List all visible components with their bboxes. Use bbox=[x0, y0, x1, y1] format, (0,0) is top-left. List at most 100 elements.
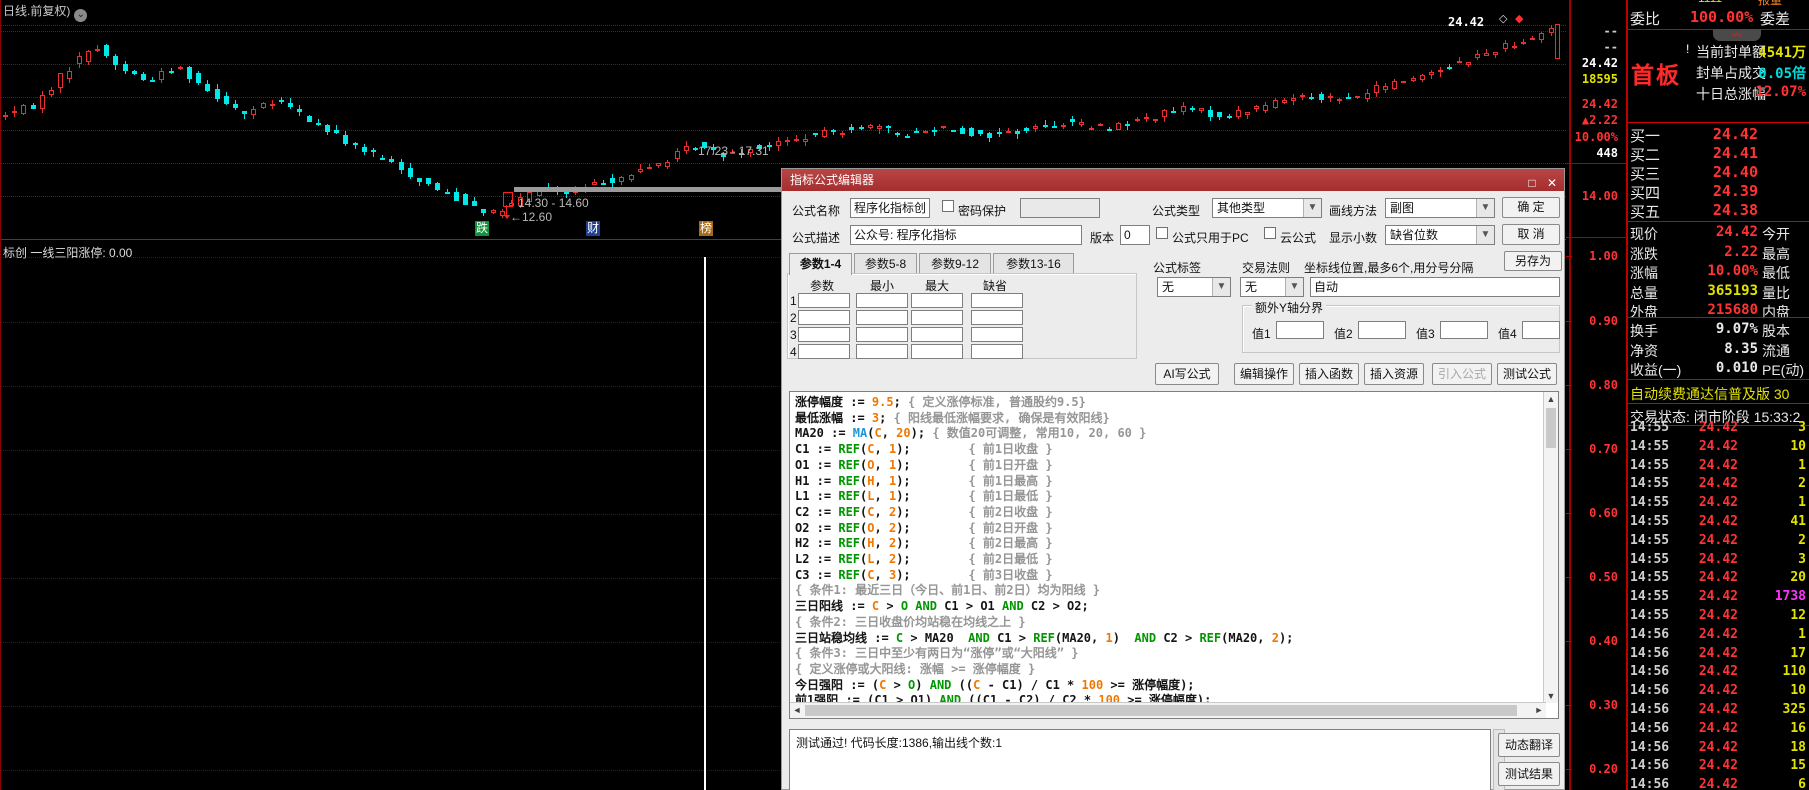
candle-up bbox=[95, 48, 100, 51]
pc-only-checkbox[interactable] bbox=[1156, 227, 1168, 239]
param-input[interactable] bbox=[911, 293, 963, 308]
event-badge[interactable]: 跌 bbox=[475, 221, 489, 236]
scroll-right-icon[interactable]: ► bbox=[1532, 703, 1546, 717]
chevron-down-icon[interactable]: ▼ bbox=[1476, 199, 1494, 217]
param-input[interactable] bbox=[911, 327, 963, 342]
import-formula-button[interactable]: 引入公式 bbox=[1432, 363, 1492, 385]
cancel-button[interactable]: 取 消 bbox=[1502, 224, 1560, 245]
code-token: H bbox=[867, 473, 875, 488]
chevron-down-icon[interactable]: ▼ bbox=[1303, 199, 1321, 217]
tick-price: 24.42 bbox=[1698, 551, 1738, 567]
param-input[interactable] bbox=[911, 310, 963, 325]
formula-tag-select[interactable]: 无 ▼ bbox=[1157, 277, 1231, 297]
insert-resource-button[interactable]: 插入资源 bbox=[1364, 363, 1424, 385]
trade-rule-select[interactable]: 无 ▼ bbox=[1240, 277, 1304, 297]
candle-down bbox=[122, 64, 128, 71]
candle-down bbox=[417, 177, 422, 183]
save-as-button[interactable]: 另存为 bbox=[1504, 251, 1562, 271]
tab-参数5-8[interactable]: 参数5-8 bbox=[854, 253, 917, 273]
param-input[interactable] bbox=[971, 327, 1023, 342]
candle-up bbox=[1383, 86, 1388, 91]
dynamic-translate-button[interactable]: 动态翻译 bbox=[1498, 733, 1560, 757]
extra-y-field-input[interactable] bbox=[1276, 321, 1324, 339]
param-input[interactable] bbox=[798, 344, 850, 359]
dialog-titlebar[interactable]: 指标公式编辑器 □ ✕ bbox=[782, 169, 1564, 191]
code-token: REF bbox=[838, 457, 861, 472]
filled-diamond-icon[interactable]: ◆ bbox=[1515, 12, 1523, 25]
candle-down bbox=[959, 128, 965, 135]
candle-down bbox=[812, 133, 818, 136]
tab-参数9-12[interactable]: 参数9-12 bbox=[919, 253, 991, 273]
param-input[interactable] bbox=[971, 310, 1023, 325]
draw-method-select[interactable]: 副图 ▼ bbox=[1385, 198, 1495, 218]
formula-desc-input[interactable]: 公众号: 程序化指标 bbox=[850, 225, 1082, 245]
tick-volume: 3 bbox=[1798, 420, 1806, 435]
scroll-up-icon[interactable]: ▲ bbox=[1544, 392, 1558, 406]
formula-type-value: 其他类型 bbox=[1217, 201, 1266, 215]
param-input[interactable] bbox=[856, 293, 908, 308]
candle-up bbox=[39, 95, 45, 109]
cloud-formula-checkbox[interactable] bbox=[1264, 227, 1276, 239]
candle-up bbox=[1079, 121, 1085, 125]
password-input[interactable] bbox=[1020, 198, 1100, 218]
maximize-icon[interactable]: □ bbox=[1524, 172, 1540, 194]
formula-code-editor[interactable]: 涨停幅度 := 9.5; { 定义涨停标准, 普通股约9.5} 最低涨幅 := 3… bbox=[789, 391, 1559, 719]
chevron-down-icon[interactable]: ⌄ bbox=[74, 9, 88, 22]
param-input[interactable] bbox=[798, 310, 850, 325]
close-icon[interactable]: ✕ bbox=[1544, 172, 1560, 194]
password-protect-checkbox[interactable] bbox=[942, 200, 954, 212]
renewal-notice[interactable]: 自动续费通达信普及版 30 bbox=[1628, 384, 1809, 404]
code-line: { 条件3: 三日中至少有两日为“涨停”或“大阳线” } bbox=[795, 646, 1293, 662]
extra-y-field-input[interactable] bbox=[1358, 321, 1406, 339]
param-input[interactable] bbox=[971, 344, 1023, 359]
quote-value: 0.010 bbox=[1715, 360, 1758, 376]
scrollbar-thumb[interactable] bbox=[805, 705, 1517, 716]
tick-row: 14:56 24.42 15 bbox=[1628, 758, 1809, 776]
code-comment: { 前1日最高 } bbox=[968, 473, 1053, 488]
param-input[interactable] bbox=[911, 344, 963, 359]
decimals-select[interactable]: 缺省位数 ▼ bbox=[1385, 225, 1495, 245]
vertical-scrollbar[interactable]: ▲ ▼ bbox=[1543, 392, 1558, 703]
ok-button[interactable]: 确 定 bbox=[1502, 197, 1560, 218]
pane-divider-handle[interactable] bbox=[514, 187, 787, 192]
scroll-left-icon[interactable]: ◄ bbox=[790, 703, 804, 717]
version-input[interactable]: 0 bbox=[1120, 225, 1150, 245]
candle-down bbox=[306, 116, 312, 122]
chevron-down-icon[interactable]: ▼ bbox=[1476, 226, 1494, 244]
event-badge[interactable]: 榜 bbox=[699, 221, 713, 236]
chevron-down-icon[interactable]: ▼ bbox=[1212, 278, 1230, 296]
edit-ops-button[interactable]: 编辑操作 bbox=[1234, 363, 1294, 385]
param-input[interactable] bbox=[856, 310, 908, 325]
chevron-down-icon[interactable]: ▼ bbox=[1285, 278, 1303, 296]
extra-y-field-input[interactable] bbox=[1522, 321, 1560, 339]
param-input[interactable] bbox=[798, 293, 850, 308]
tick-volume: 16 bbox=[1790, 720, 1806, 736]
coord-pos-input[interactable]: 自动 bbox=[1310, 277, 1560, 297]
test-result-output[interactable]: 测试通过! 代码长度:1386,输出线个数:1 bbox=[789, 729, 1491, 790]
extra-y-field-input[interactable] bbox=[1440, 321, 1488, 339]
candle-up bbox=[1162, 110, 1168, 118]
param-input[interactable] bbox=[798, 327, 850, 342]
tab-参数13-16[interactable]: 参数13-16 bbox=[993, 253, 1074, 273]
event-badge[interactable]: 财 bbox=[586, 221, 600, 236]
tick-time: 14:56 bbox=[1630, 720, 1670, 736]
insert-function-button[interactable]: 插入函数 bbox=[1299, 363, 1359, 385]
tick-time: 14:55 bbox=[1630, 532, 1670, 548]
formula-name-input[interactable]: 程序化指标创 bbox=[850, 198, 930, 218]
hollow-diamond-icon[interactable]: ◇ bbox=[1499, 12, 1507, 25]
param-input[interactable] bbox=[971, 293, 1023, 308]
scrollbar-thumb[interactable] bbox=[1546, 408, 1556, 448]
test-result-button[interactable]: 测试结果 bbox=[1498, 762, 1560, 786]
tab-参数1-4[interactable]: 参数1-4 bbox=[789, 253, 852, 275]
axis-readout: -- bbox=[1603, 40, 1618, 54]
test-formula-button[interactable]: 测试公式 bbox=[1497, 363, 1557, 385]
candle-up bbox=[775, 141, 781, 147]
formula-type-select[interactable]: 其他类型 ▼ bbox=[1212, 198, 1322, 218]
scroll-down-icon[interactable]: ▼ bbox=[1544, 689, 1558, 703]
horizontal-scrollbar[interactable]: ◄ ► bbox=[790, 702, 1546, 718]
ai-write-button[interactable]: AI写公式 bbox=[1155, 363, 1219, 385]
candle-down bbox=[913, 131, 919, 133]
param-input[interactable] bbox=[856, 344, 908, 359]
collapse-chevron-icon[interactable]: ︽ bbox=[1713, 28, 1761, 41]
param-input[interactable] bbox=[856, 327, 908, 342]
